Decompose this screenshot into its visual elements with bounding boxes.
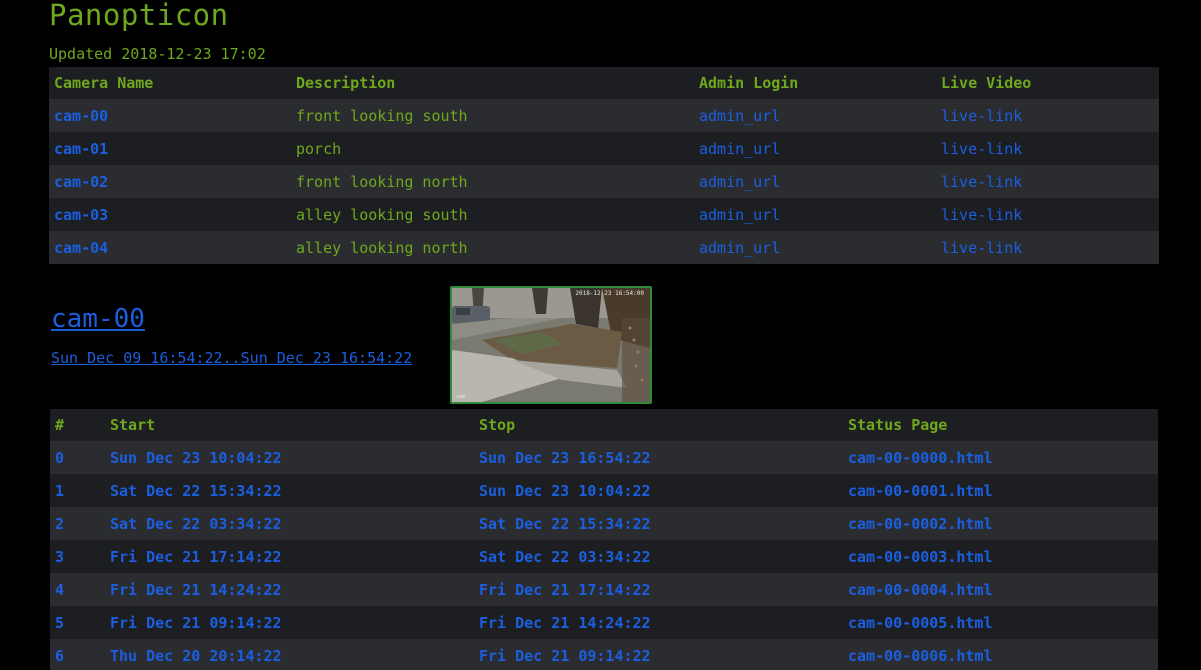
segment-row: 3 Fri Dec 21 17:14:22 Sat Dec 22 03:34:2… <box>50 540 1158 573</box>
segment-start-link[interactable]: Sat Dec 22 03:34:22 <box>110 515 282 533</box>
segment-start-link[interactable]: Sun Dec 23 10:04:22 <box>110 449 282 467</box>
segment-index-link[interactable]: 3 <box>55 548 64 566</box>
status-page-link[interactable]: cam-00-0001.html <box>848 482 993 500</box>
column-header-status-page: Status Page <box>848 416 948 434</box>
camera-description: alley looking north <box>296 238 468 257</box>
camera-row: cam-02 front looking north admin_url liv… <box>49 165 1159 198</box>
camera-table: Camera Name Description Admin Login Live… <box>49 67 1159 264</box>
segment-stop-link[interactable]: Fri Dec 21 17:14:22 <box>479 581 651 599</box>
segment-row: 1 Sat Dec 22 15:34:22 Sun Dec 23 10:04:2… <box>50 474 1158 507</box>
segment-row: 0 Sun Dec 23 10:04:22 Sun Dec 23 16:54:2… <box>50 441 1158 474</box>
segment-start-link[interactable]: Sat Dec 22 15:34:22 <box>110 482 282 500</box>
segment-index-link[interactable]: 6 <box>55 647 64 665</box>
live-video-link[interactable]: live-link <box>941 239 1022 257</box>
segment-index-link[interactable]: 5 <box>55 614 64 632</box>
status-page-link[interactable]: cam-00-0003.html <box>848 548 993 566</box>
live-video-link[interactable]: live-link <box>941 206 1022 224</box>
column-header-description: Description <box>296 74 396 92</box>
column-header-live-video: Live Video <box>941 74 1032 92</box>
status-page-link[interactable]: cam-00-0002.html <box>848 515 993 533</box>
segment-index-link[interactable]: 0 <box>55 449 64 467</box>
camera-snapshot-image <box>452 288 650 402</box>
column-header-camera-name: Camera Name <box>54 74 154 92</box>
camera-description: alley looking south <box>296 205 468 224</box>
camera-name-link[interactable]: cam-01 <box>54 140 108 158</box>
column-header-index: # <box>55 416 65 434</box>
live-video-link[interactable]: live-link <box>941 140 1022 158</box>
status-page-link[interactable]: cam-00-0004.html <box>848 581 993 599</box>
segment-row: 4 Fri Dec 21 14:24:22 Fri Dec 21 17:14:2… <box>50 573 1158 606</box>
segment-stop-link[interactable]: Sat Dec 22 03:34:22 <box>479 548 651 566</box>
camera-row: cam-01 porch admin_url live-link <box>49 132 1159 165</box>
segment-index-link[interactable]: 4 <box>55 581 64 599</box>
segment-start-link[interactable]: Fri Dec 21 09:14:22 <box>110 614 282 632</box>
snapshot-corner-label: cam <box>456 394 466 400</box>
segment-stop-link[interactable]: Fri Dec 21 14:24:22 <box>479 614 651 632</box>
snapshot-timestamp: 2018-12-23 16:54:00 <box>575 290 644 297</box>
camera-name-link[interactable]: cam-04 <box>54 239 108 257</box>
admin-url-link[interactable]: admin_url <box>699 206 780 224</box>
camera-section-title-link[interactable]: cam-00 <box>51 304 145 334</box>
camera-row: cam-00 front looking south admin_url liv… <box>49 99 1159 132</box>
live-video-link[interactable]: live-link <box>941 107 1022 125</box>
date-range-link[interactable]: Sun Dec 09 16:54:22..Sun Dec 23 16:54:22 <box>51 349 412 367</box>
updated-timestamp: Updated 2018-12-23 17:02 <box>49 45 266 63</box>
camera-name-link[interactable]: cam-03 <box>54 206 108 224</box>
camera-row: cam-03 alley looking south admin_url liv… <box>49 198 1159 231</box>
camera-description: front looking south <box>296 106 468 125</box>
segment-start-link[interactable]: Thu Dec 20 20:14:22 <box>110 647 282 665</box>
status-page-link[interactable]: cam-00-0000.html <box>848 449 993 467</box>
camera-name-link[interactable]: cam-00 <box>54 107 108 125</box>
segment-index-link[interactable]: 1 <box>55 482 64 500</box>
segment-row: 6 Thu Dec 20 20:14:22 Fri Dec 21 09:14:2… <box>50 639 1158 670</box>
segment-row: 5 Fri Dec 21 09:14:22 Fri Dec 21 14:24:2… <box>50 606 1158 639</box>
segment-stop-link[interactable]: Fri Dec 21 09:14:22 <box>479 647 651 665</box>
admin-url-link[interactable]: admin_url <box>699 140 780 158</box>
segment-stop-link[interactable]: Sun Dec 23 16:54:22 <box>479 449 651 467</box>
live-video-link[interactable]: live-link <box>941 173 1022 191</box>
status-page-link[interactable]: cam-00-0005.html <box>848 614 993 632</box>
segment-stop-link[interactable]: Sun Dec 23 10:04:22 <box>479 482 651 500</box>
admin-url-link[interactable]: admin_url <box>699 173 780 191</box>
admin-url-link[interactable]: admin_url <box>699 107 780 125</box>
camera-description: front looking north <box>296 172 468 191</box>
segment-index-link[interactable]: 2 <box>55 515 64 533</box>
segment-start-link[interactable]: Fri Dec 21 17:14:22 <box>110 548 282 566</box>
camera-description: porch <box>296 139 342 158</box>
column-header-admin-login: Admin Login <box>699 74 799 92</box>
segments-table-header: # Start Stop Status Page <box>50 409 1158 441</box>
column-header-start: Start <box>110 416 156 434</box>
camera-table-header: Camera Name Description Admin Login Live… <box>49 67 1159 99</box>
segment-stop-link[interactable]: Sat Dec 22 15:34:22 <box>479 515 651 533</box>
camera-snapshot-thumbnail[interactable]: 2018-12-23 16:54:00 cam <box>450 286 652 404</box>
segments-table: # Start Stop Status Page 0 Sun Dec 23 10… <box>50 409 1158 670</box>
segment-start-link[interactable]: Fri Dec 21 14:24:22 <box>110 581 282 599</box>
admin-url-link[interactable]: admin_url <box>699 239 780 257</box>
camera-row: cam-04 alley looking north admin_url liv… <box>49 231 1159 264</box>
column-header-stop: Stop <box>479 416 516 434</box>
status-page-link[interactable]: cam-00-0006.html <box>848 647 993 665</box>
camera-name-link[interactable]: cam-02 <box>54 173 108 191</box>
segment-row: 2 Sat Dec 22 03:34:22 Sat Dec 22 15:34:2… <box>50 507 1158 540</box>
site-title: Panopticon <box>49 0 229 32</box>
